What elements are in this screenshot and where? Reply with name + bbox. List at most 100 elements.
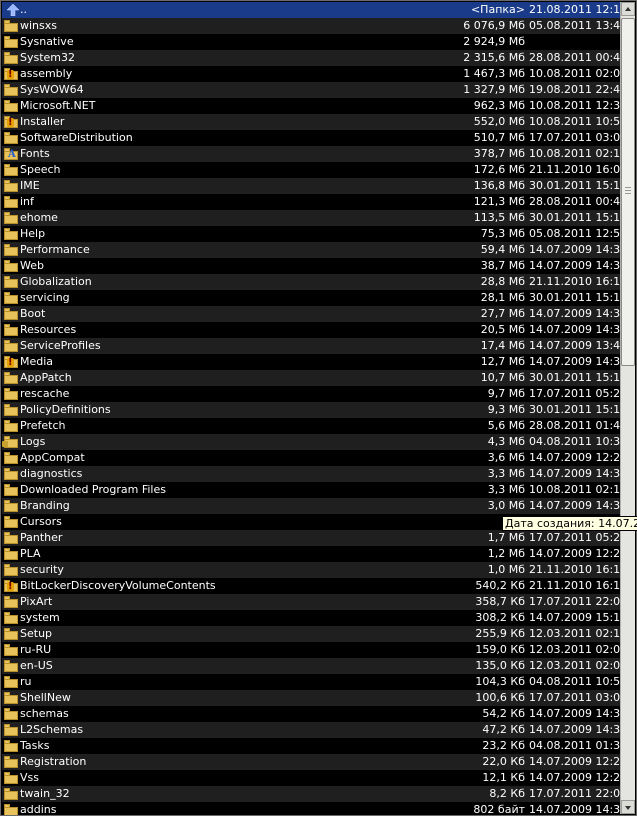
folder-icon [4, 308, 20, 320]
file-row[interactable]: servicing 28,1 Мб 30.01.2011 15:13 [2, 290, 621, 306]
file-name: PolicyDefinitions [20, 403, 111, 416]
file-row[interactable]: Speech 172,6 Мб 21.11.2010 16:06 [2, 162, 621, 178]
parent-directory-row[interactable]: .. <Папка> 21.08.2011 12:13 [2, 2, 621, 18]
file-size: 1 327,9 Мб [463, 83, 525, 96]
file-row[interactable]: Vss 12,1 Кб 14.07.2009 12:20 [2, 770, 621, 786]
file-row[interactable]: Boot 27,7 Мб 14.07.2009 14:32 [2, 306, 621, 322]
file-row[interactable]: Globalization 28,8 Мб 21.11.2010 16:19 [2, 274, 621, 290]
folder-icon [4, 548, 20, 560]
file-row[interactable]: schemas 54,2 Кб 14.07.2009 14:32 [2, 706, 621, 722]
file-date: 17.07.2011 22:08 [529, 595, 621, 608]
file-name: rescache [20, 387, 70, 400]
file-name: Vss [20, 771, 39, 784]
folder-warning-icon [4, 579, 20, 595]
file-size: 540,2 Кб [475, 579, 525, 592]
file-row[interactable]: Web 38,7 Мб 14.07.2009 14:32 [2, 258, 621, 274]
file-row[interactable]: Resources 20,5 Мб 14.07.2009 14:32 [2, 322, 621, 338]
folder-warning-icon [4, 355, 20, 371]
file-row[interactable]: Panther 1,7 Мб 17.07.2011 05:24 [2, 530, 621, 546]
vertical-scrollbar[interactable] [620, 2, 635, 814]
scroll-thumb[interactable] [621, 18, 635, 366]
folder-icon [4, 644, 20, 656]
file-row[interactable]: Logs 4,3 Мб 04.08.2011 10:33 [2, 434, 621, 450]
file-row[interactable]: rescache 9,7 Мб 17.07.2011 05:23 [2, 386, 621, 402]
file-size: 38,7 Мб [480, 259, 525, 272]
file-row[interactable]: assembly 1 467,3 Мб 10.08.2011 02:04 [2, 66, 621, 83]
file-row[interactable]: AppCompat 3,6 Мб 14.07.2009 12:20 [2, 450, 621, 466]
file-row[interactable]: Registration 22,0 Кб 14.07.2009 12:20 [2, 754, 621, 770]
file-row[interactable]: Tasks 23,2 Кб 04.08.2011 01:39 [2, 738, 621, 754]
file-name: BitLockerDiscoveryVolumeContents [20, 579, 216, 592]
file-date: 14.07.2009 14:32 [529, 707, 621, 720]
file-row[interactable]: BitLockerDiscoveryVolumeContents 540,2 Кб… [2, 578, 621, 595]
file-size: 6 076,9 Мб [463, 19, 525, 32]
file-row[interactable]: Branding 3,0 Мб 14.07.2009 14:32 [2, 498, 621, 514]
file-size: 802 байт [473, 803, 525, 815]
file-row[interactable]: twain_32 8,2 Кб 17.07.2011 22:08 [2, 786, 621, 802]
file-row[interactable]: ShellNew 100,6 Кб 17.07.2011 03:00 [2, 690, 621, 706]
file-row[interactable]: ServiceProfiles 17,4 Мб 14.07.2009 13:45 [2, 338, 621, 354]
file-date: 21.11.2010 16:19 [529, 275, 621, 288]
file-name: Globalization [20, 275, 92, 288]
file-row[interactable]: IME 136,8 Мб 30.01.2011 15:13 [2, 178, 621, 194]
file-size: 121,3 Мб [473, 195, 525, 208]
file-row[interactable]: Setup 255,9 Кб 12.03.2011 02:10 [2, 626, 621, 642]
file-name: ru [20, 675, 32, 688]
file-date: 28.08.2011 00:48 [529, 195, 621, 208]
file-row[interactable]: PolicyDefinitions 9,3 Мб 30.01.2011 15:13 [2, 402, 621, 418]
file-row[interactable]: Microsoft.NET 962,3 Мб 10.08.2011 12:34 [2, 98, 621, 114]
scroll-down-button[interactable] [621, 800, 635, 814]
file-row[interactable]: Installer 552,0 Мб 10.08.2011 10:59 [2, 114, 621, 131]
file-name: diagnostics [20, 467, 83, 480]
file-row[interactable]: Media 12,7 Мб 14.07.2009 14:32 [2, 354, 621, 371]
file-row[interactable]: addins 802 байт 14.07.2009 14:32 [2, 802, 621, 815]
file-name: Help [20, 227, 46, 240]
file-size: 12,1 Кб [482, 771, 525, 784]
file-name: Installer [20, 115, 65, 128]
file-size: 378,7 Мб [473, 147, 525, 160]
file-row[interactable]: Sysnative 2 924,9 Мб [2, 34, 621, 50]
file-row[interactable]: security 1,0 Мб 21.11.2010 16:16 [2, 562, 621, 578]
file-size: 172,6 Мб [473, 163, 525, 176]
file-date: 17.07.2011 03:00 [529, 691, 621, 704]
file-size: 27,7 Мб [480, 307, 525, 320]
file-size: 552,0 Мб [473, 115, 525, 128]
file-list: .. <Папка> 21.08.2011 12:13 winsxs 6 076,… [2, 2, 621, 815]
file-size: 2 924,9 Мб [463, 35, 525, 48]
folder-icon [4, 660, 20, 672]
file-date: 17.07.2011 22:08 [529, 787, 621, 800]
file-row[interactable]: winsxs 6 076,9 Мб 05.08.2011 13:49 [2, 18, 621, 34]
file-row[interactable]: PLA 1,2 Мб 14.07.2009 12:20 [2, 546, 621, 562]
file-name: system [20, 611, 60, 624]
file-row[interactable]: A Fonts 378,7 Мб 10.08.2011 02:19 [2, 146, 621, 162]
file-row[interactable]: ru 104,3 Кб 04.08.2011 10:54 [2, 674, 621, 690]
file-name: security [20, 563, 64, 576]
file-size: 3,3 Мб [487, 483, 525, 496]
file-row[interactable]: System32 2 315,6 Мб 28.08.2011 00:48 [2, 50, 621, 66]
file-row[interactable]: Prefetch 5,6 Мб 28.08.2011 01:48 [2, 418, 621, 434]
file-row[interactable]: inf 121,3 Мб 28.08.2011 00:48 [2, 194, 621, 210]
file-size: 59,4 Мб [480, 243, 525, 256]
file-row[interactable]: AppPatch 10,7 Мб 30.01.2011 15:13 [2, 370, 621, 386]
folder-icon [4, 788, 20, 800]
folder-icon [4, 404, 20, 416]
file-row[interactable]: Downloaded Program Files 3,3 Мб 10.08.2011… [2, 482, 621, 498]
file-row[interactable]: SoftwareDistribution 510,7 Мб 17.07.2011 0… [2, 130, 621, 146]
folder-icon [4, 612, 20, 624]
file-row[interactable]: ru-RU 159,0 Кб 12.03.2011 02:03 [2, 642, 621, 658]
file-row[interactable]: en-US 135,0 Кб 12.03.2011 02:03 [2, 658, 621, 674]
file-row[interactable]: SysWOW64 1 327,9 Мб 19.08.2011 22:40 [2, 82, 621, 98]
file-row[interactable]: Performance 59,4 Мб 14.07.2009 14:32 [2, 242, 621, 258]
file-row[interactable]: PixArt 358,7 Кб 17.07.2011 22:08 [2, 594, 621, 610]
file-size: 510,7 Мб [473, 131, 525, 144]
file-row[interactable]: system 308,2 Кб 14.07.2009 15:12 [2, 610, 621, 626]
file-size: 1,7 Мб [487, 531, 525, 544]
file-row[interactable]: ehome 113,5 Мб 30.01.2011 15:13 [2, 210, 621, 226]
scroll-up-button[interactable] [621, 2, 635, 16]
folder-icon [4, 52, 20, 64]
file-size: 136,8 Мб [473, 179, 525, 192]
file-row[interactable]: diagnostics 3,3 Мб 14.07.2009 14:32 [2, 466, 621, 482]
file-date: 14.07.2009 14:32 [529, 259, 621, 272]
file-row[interactable]: L2Schemas 47,2 Кб 14.07.2009 14:32 [2, 722, 621, 738]
file-row[interactable]: Help 75,3 Мб 05.08.2011 12:58 [2, 226, 621, 242]
